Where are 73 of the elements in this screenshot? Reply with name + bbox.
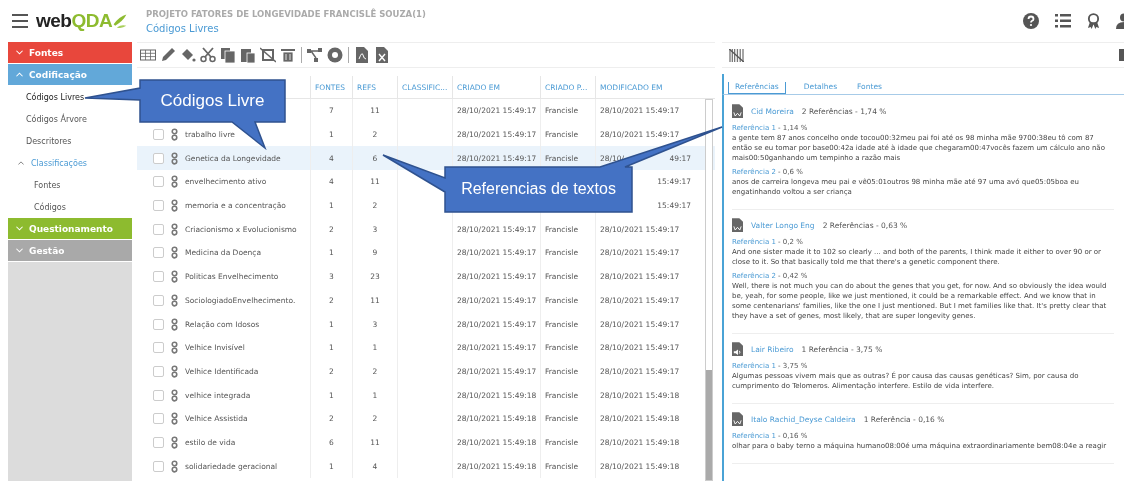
nav-group[interactable]: Classificações [8,152,132,174]
page-title: Códigos Livres [146,22,220,34]
checkbox[interactable] [153,200,164,212]
logo: webQDA [36,10,129,32]
code-node-icon [171,364,178,378]
nav-section[interactable]: Gestão [8,240,132,261]
paste-icon[interactable] [240,47,256,63]
checkbox[interactable] [153,389,164,401]
code-node-icon [171,388,178,402]
audio-file-icon [732,342,743,356]
checkbox[interactable] [153,342,164,354]
code-node-icon [171,293,178,307]
code-node-icon [171,435,178,449]
checkbox[interactable] [153,271,164,283]
hierarchy-icon[interactable] [307,47,323,63]
caret-icon [16,226,23,231]
help-icon[interactable] [1023,13,1039,29]
spreadsheet-file-icon[interactable] [374,47,390,63]
list-icon[interactable] [1055,14,1071,28]
checkbox[interactable] [153,294,164,306]
code-node-icon [171,270,178,284]
code-node-icon [171,199,178,213]
checkbox[interactable] [153,247,164,259]
checkbox[interactable] [153,436,164,448]
crop-icon[interactable] [260,47,276,63]
word-document-icon [732,412,743,426]
nav-item[interactable]: Códigos [34,196,66,218]
checkbox[interactable] [153,152,164,164]
nav-item[interactable]: Códigos Árvore [26,108,87,130]
word-document-icon [732,104,743,118]
checkbox[interactable] [153,129,164,141]
copy-icon[interactable] [220,47,236,63]
nav-item[interactable]: Códigos Livres [26,86,85,108]
code-node-icon [171,412,178,426]
nav-section[interactable]: Questionamento [8,218,132,239]
code-node-icon [171,175,178,189]
code-node-icon [171,151,178,165]
checkbox[interactable] [153,413,164,425]
barcode-icon[interactable] [729,48,744,62]
caret-icon [16,248,23,253]
callout-text: Códigos Livre [160,91,265,111]
checkbox[interactable] [153,223,164,235]
callout-text: Referencias de textos [461,180,616,198]
nav-section[interactable]: Fontes [8,42,132,63]
nav-item[interactable]: Fontes [34,174,61,196]
scrollbar[interactable] [705,99,713,481]
caret-icon [16,72,23,77]
caret-icon [18,161,24,165]
panel-toggle[interactable] [1119,49,1124,61]
code-node-icon [171,459,178,473]
code-node-icon [171,317,178,331]
nav-item[interactable]: Descritores [26,130,72,152]
code-node-icon [171,246,178,260]
code-node-icon [171,222,178,236]
pencil-icon[interactable] [160,47,176,63]
award-icon[interactable] [1087,12,1100,30]
caret-icon [16,50,23,55]
paint-bucket-icon[interactable] [180,47,196,63]
menu-icon[interactable] [12,14,28,28]
trash-icon[interactable] [280,47,296,63]
word-document-icon [732,218,743,232]
checkbox[interactable] [153,365,164,377]
checkbox[interactable] [153,460,164,472]
code-node-icon [171,128,178,142]
project-title: PROJETO FATORES DE LONGEVIDADE FRANCISLÊ SOUZA(1) [146,8,427,19]
code-node-icon [171,341,178,355]
pdf-file-icon[interactable] [354,47,370,63]
scissors-icon[interactable] [200,47,216,63]
checkbox[interactable] [153,176,164,188]
checkbox[interactable] [153,318,164,330]
nav-section[interactable]: Codificação [8,64,132,85]
record-icon[interactable] [327,47,343,63]
grid-icon[interactable] [140,47,156,63]
